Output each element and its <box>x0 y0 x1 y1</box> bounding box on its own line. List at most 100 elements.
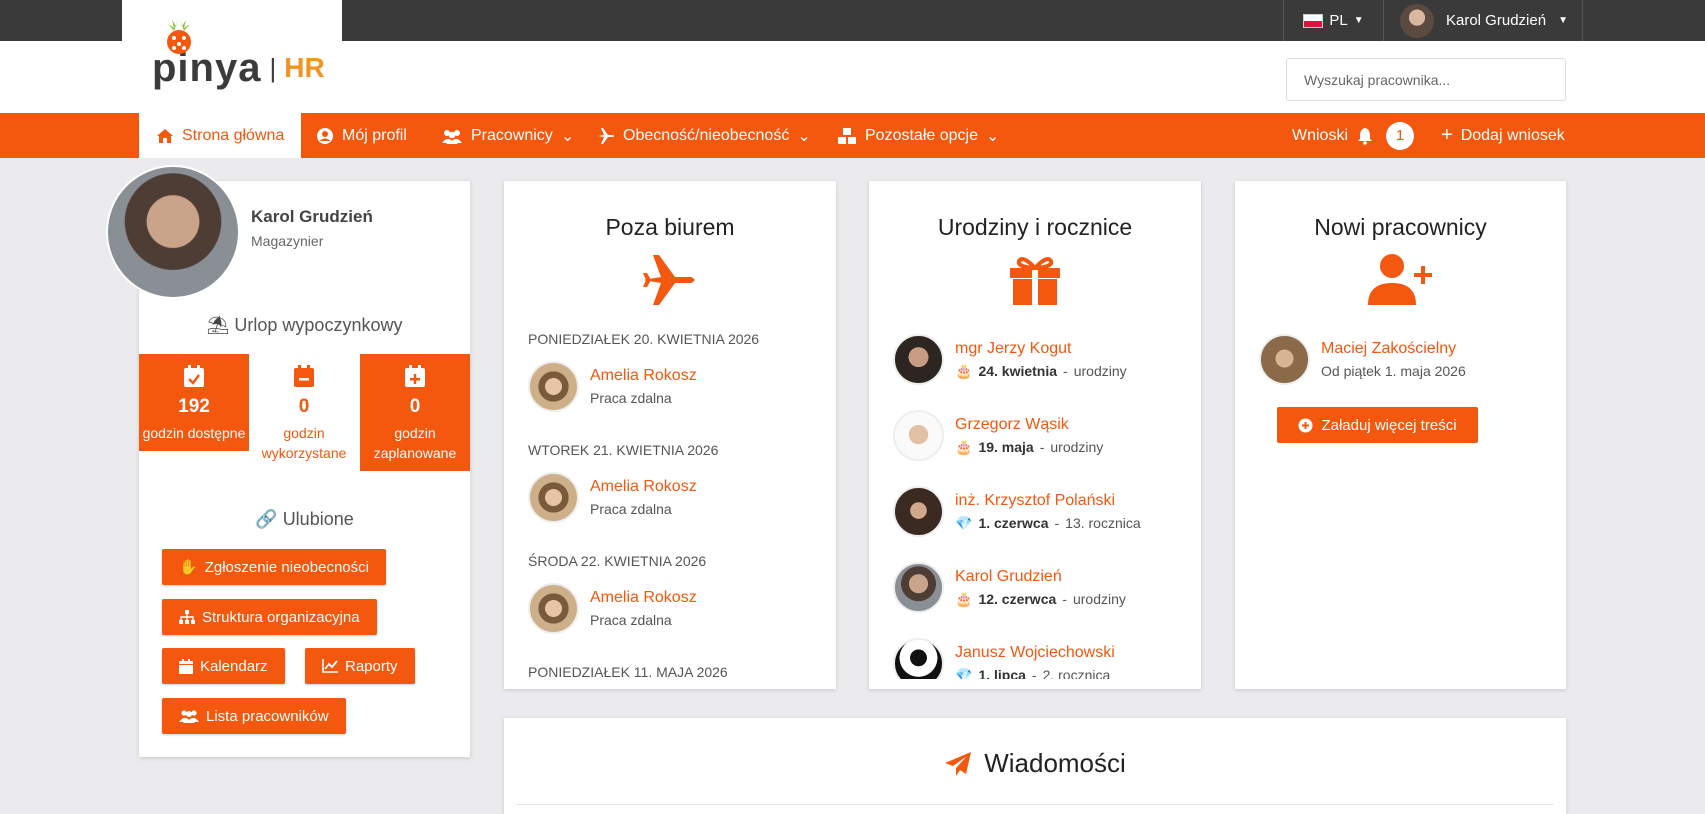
nav-attendance[interactable]: Obecność/nieobecność ⌄ <box>597 113 811 158</box>
employee-list-button[interactable]: Lista pracowników <box>162 698 346 734</box>
plus-circle-icon <box>1298 418 1313 432</box>
stat-used: 0 godzin wykorzystane <box>249 354 359 471</box>
list-item: Grzegorz Wąsik 🎂 19. maja - urodziny <box>893 410 1191 461</box>
umbrella-beach-icon: ⛱ <box>206 315 230 335</box>
card-title: Nowi pracownicy <box>1314 214 1487 240</box>
list-item: WTOREK 21. KWIETNIA 2026 Amelia Rokosz P… <box>528 442 826 523</box>
cubes-icon <box>838 127 856 144</box>
search-input[interactable] <box>1286 58 1566 101</box>
person-name-link[interactable]: inż. Krzysztof Polański <box>955 492 1141 510</box>
chevron-down-icon: ▼ <box>1353 15 1364 26</box>
calendar-button[interactable]: Kalendarz <box>162 648 285 684</box>
stat-label: godzin wykorzystane <box>261 425 347 461</box>
stat-value: 192 <box>178 396 210 417</box>
nav-home[interactable]: Strona główna <box>139 113 302 158</box>
avatar <box>528 472 579 523</box>
org-structure-button[interactable]: Struktura organizacyjna <box>162 599 377 635</box>
user-menu[interactable]: Karol Grudzień ▼ <box>1383 0 1583 41</box>
list-item: Maciej Zakościelny Od piątek 1. maja 202… <box>1259 334 1556 385</box>
chevron-down-icon: ⌄ <box>797 127 811 145</box>
pineapple-icon <box>167 16 191 54</box>
person-name-link[interactable]: Amelia Rokosz <box>590 478 697 496</box>
list-item: Karol Grudzień 🎂 12. czerwca - urodziny <box>893 562 1191 613</box>
stat-available: 192 godzin dostępne <box>139 354 249 451</box>
profile-card: Karol Grudzień Magazynier ⛱ Urlop wypocz… <box>106 165 470 757</box>
event-type: 2. rocznica <box>1042 667 1111 679</box>
avatar <box>893 334 944 385</box>
stat-label: godzin zaplanowane <box>373 425 457 461</box>
poland-flag-icon <box>1303 13 1324 28</box>
plane-icon <box>598 127 614 144</box>
load-more-button[interactable]: Załaduj więcej treści <box>1277 407 1478 443</box>
nav-label: Strona główna <box>182 126 285 144</box>
calendar-icon <box>179 658 193 674</box>
event-separator: - <box>1031 667 1037 679</box>
card-title: Urodziny i rocznice <box>937 214 1133 240</box>
event-date: 12. czerwca <box>978 591 1057 607</box>
language-selector[interactable]: PL ▼ <box>1283 0 1383 41</box>
stat-planned: 0 godzin zaplanowane <box>360 354 470 471</box>
requests-count-badge: 1 <box>1386 121 1415 150</box>
reports-button[interactable]: Raporty <box>305 648 415 684</box>
paper-plane-icon <box>945 751 972 776</box>
calendar-plus-icon <box>405 365 425 387</box>
person-name-link[interactable]: Janusz Wojciechowski <box>955 644 1115 662</box>
home-icon <box>157 128 173 143</box>
plus-icon: + <box>1441 124 1453 146</box>
avatar <box>1400 3 1434 38</box>
list-item: PONIEDZIAŁEK 20. KWIETNIA 2026 Amelia Ro… <box>528 331 826 412</box>
user-circle-icon <box>317 127 333 144</box>
nav-my-profile[interactable]: Mój profil <box>316 113 407 158</box>
add-request-button[interactable]: + Dodaj wniosek <box>1441 113 1565 158</box>
person-name-link[interactable]: Amelia Rokosz <box>590 589 697 607</box>
absence-request-button[interactable]: ✋ Zgłoszenie nieobecności <box>162 549 386 585</box>
person-name-link[interactable]: mgr Jerzy Kogut <box>955 340 1127 358</box>
chart-line-icon <box>322 659 338 673</box>
link-icon: 🔗 <box>255 509 278 529</box>
person-name-link[interactable]: Maciej Zakościelny <box>1321 340 1466 358</box>
event-separator: - <box>1039 439 1045 455</box>
person-name-link[interactable]: Grzegorz Wąsik <box>955 416 1103 434</box>
birthdays-card: Urodziny i rocznice mgr Jerzy Kogut 🎂 24.… <box>869 181 1201 689</box>
nav-label: Mój profil <box>342 126 407 144</box>
nav-employees[interactable]: Pracownicy ⌄ <box>441 113 574 158</box>
list-item: PONIEDZIAŁEK 11. MAJA 2026 <box>528 664 826 679</box>
person-name-link[interactable]: Karol Grudzień <box>955 568 1126 586</box>
nav-other-options[interactable]: Pozostałe opcje ⌄ <box>837 113 999 158</box>
users-icon <box>442 129 462 144</box>
sitemap-icon <box>179 610 195 624</box>
avatar <box>1259 334 1310 385</box>
requests-link[interactable]: Wnioski 1 <box>1292 113 1415 158</box>
event-separator: - <box>1062 591 1067 607</box>
event-type: urodziny <box>1072 591 1126 607</box>
plane-icon <box>643 255 695 305</box>
person-status: Praca zdalna <box>590 612 672 628</box>
messages-title: Wiadomości <box>504 748 1566 779</box>
user-name: Karol Grudzień <box>1446 12 1547 29</box>
person-name-link[interactable]: Amelia Rokosz <box>590 367 697 385</box>
avatar <box>106 165 240 299</box>
divider <box>516 804 1554 805</box>
event-type: 13. rocznica <box>1065 515 1141 531</box>
hand-icon: ✋ <box>179 559 198 576</box>
chevron-down-icon: ⌄ <box>985 127 1000 145</box>
list-item: Janusz Wojciechowski 💎 1. lipca -2. roczni… <box>893 638 1191 679</box>
stat-value: 0 <box>409 396 421 417</box>
avatar <box>893 638 944 679</box>
event-date: 24. kwietnia <box>978 363 1058 379</box>
avatar <box>528 583 579 634</box>
logo[interactable]: pinya | HR <box>152 14 325 88</box>
gem-icon: 💎 <box>955 666 973 680</box>
birthday-cake-icon: 🎂 <box>955 362 973 379</box>
nav-label: Obecność/nieobecność <box>623 126 790 144</box>
chevron-down-icon: ▼ <box>1558 15 1568 26</box>
birthday-cake-icon: 🎂 <box>955 590 973 607</box>
birthday-cake-icon: 🎂 <box>955 438 973 455</box>
out-of-office-card: Poza biurem PONIEDZIAŁEK 20. KWIETNIA 20… <box>504 181 836 689</box>
day-header: ŚRODA 22. KWIETNIA 2026 <box>528 553 707 569</box>
language-label: PL <box>1329 12 1348 29</box>
nav-label: Pozostałe opcje <box>865 126 978 144</box>
new-employees-card: Nowi pracownicy Maciej Zakościelny Od pi… <box>1235 181 1566 689</box>
event-type: urodziny <box>1073 363 1127 379</box>
calendar-minus-icon <box>294 365 314 387</box>
